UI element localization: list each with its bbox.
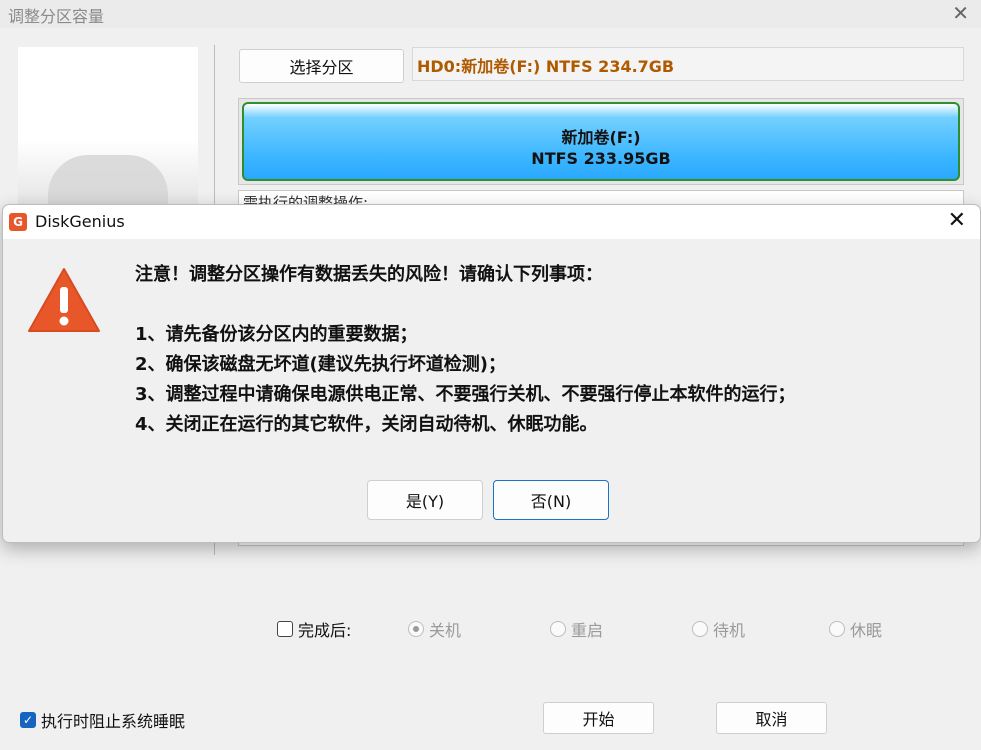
radio-hibernate-label: 休眠 (850, 621, 883, 640)
confirm-dialog: G DiskGenius ✕ 注意！调整分区操作有数据丢失的风险！请确认下列事项… (2, 204, 981, 543)
yes-button[interactable]: 是(Y) (367, 480, 483, 520)
prevent-sleep-checkbox[interactable]: ✓ 执行时阻止系统睡眠 (20, 708, 185, 732)
select-partition-button[interactable]: 选择分区 (239, 49, 404, 83)
radio-restart[interactable]: 重启 (550, 617, 603, 641)
start-button[interactable]: 开始 (543, 702, 654, 734)
radio-shutdown-label: 关机 (429, 621, 462, 640)
radio-icon[interactable] (408, 621, 424, 637)
radio-standby[interactable]: 待机 (692, 617, 745, 641)
radio-shutdown[interactable]: 关机 (408, 617, 461, 641)
dialog-title-bar: G DiskGenius ✕ (3, 205, 980, 239)
warning-item-2: 2、确保该磁盘无坏道(建议先执行坏道检测)； (135, 354, 506, 375)
main-title-bar: 调整分区容量 ✕ (0, 0, 981, 28)
disk-map: 新加卷(F:) NTFS 233.95GB (238, 98, 964, 185)
checkbox-checked-icon[interactable]: ✓ (20, 712, 36, 728)
radio-hibernate[interactable]: 休眠 (829, 617, 882, 641)
after-complete-checkbox[interactable]: 完成后: (277, 617, 351, 641)
radio-icon[interactable] (692, 621, 708, 637)
prevent-sleep-label: 执行时阻止系统睡眠 (41, 712, 186, 731)
partition-bar-label: 新加卷(F:) (561, 128, 641, 147)
checkbox-icon[interactable] (277, 621, 293, 637)
dialog-title: DiskGenius (35, 212, 125, 231)
after-complete-label: 完成后: (298, 621, 352, 640)
cancel-button[interactable]: 取消 (716, 702, 827, 734)
radio-restart-label: 重启 (571, 621, 604, 640)
warning-item-1: 1、请先备份该分区内的重要数据； (135, 324, 418, 345)
warning-item-3: 3、调整过程中请确保电源供电正常、不要强行关机、不要强行停止本软件的运行； (135, 384, 796, 405)
partition-info-field: HD0:新加卷(F:) NTFS 234.7GB (412, 47, 964, 81)
radio-icon[interactable] (550, 621, 566, 637)
no-button[interactable]: 否(N) (493, 480, 609, 520)
warning-item-4: 4、关闭正在运行的其它软件，关闭自动待机、休眠功能。 (135, 414, 598, 435)
radio-standby-label: 待机 (713, 621, 746, 640)
main-window-title: 调整分区容量 (8, 7, 105, 26)
radio-icon[interactable] (829, 621, 845, 637)
partition-bar-size: NTFS 233.95GB (531, 149, 671, 168)
warning-heading: 注意！调整分区操作有数据丢失的风险！请确认下列事项： (135, 264, 603, 285)
disk-image-panel (18, 47, 198, 217)
diskgenius-logo-icon: G (9, 213, 27, 231)
partition-bar[interactable]: 新加卷(F:) NTFS 233.95GB (242, 102, 960, 181)
warning-icon (28, 268, 100, 332)
close-icon[interactable]: ✕ (952, 2, 969, 24)
close-icon[interactable]: ✕ (948, 208, 966, 233)
